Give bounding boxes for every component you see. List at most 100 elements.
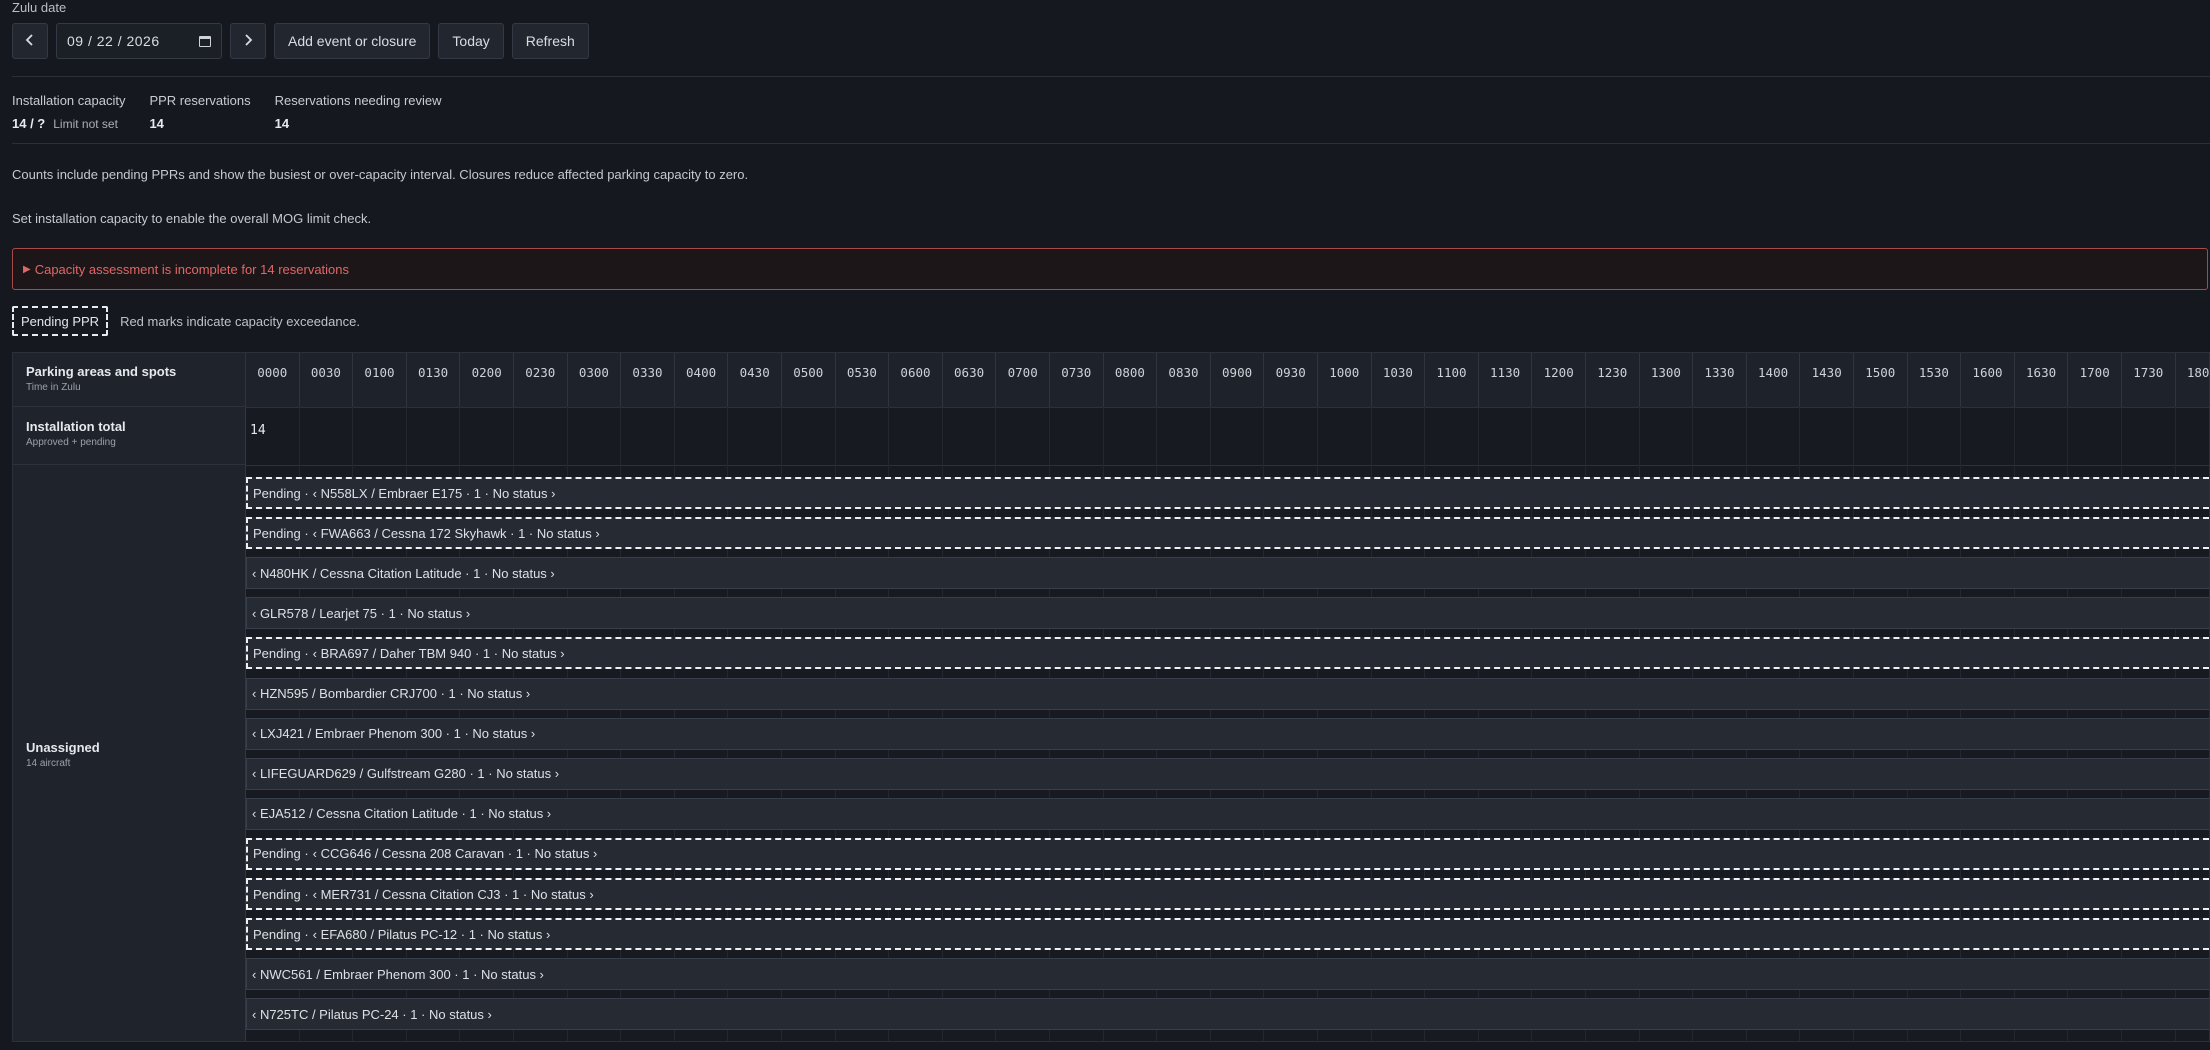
time-tick: 1200 xyxy=(1531,353,1585,407)
stat-label: PPR reservations xyxy=(149,93,251,108)
time-tick: 1030 xyxy=(1370,353,1425,407)
time-tick: 1600 xyxy=(1960,353,2014,407)
installation-total-value: 14 xyxy=(250,423,266,438)
reservation-label: ‹ CCG646 / Cessna 208 Caravan · 1 · No s… xyxy=(312,846,598,862)
refresh-button[interactable]: Refresh xyxy=(511,23,589,59)
zulu-date-input[interactable]: 09 / 22 / 2026 xyxy=(56,23,222,59)
previous-day-button[interactable] xyxy=(12,23,48,59)
reservation-label: ‹ N725TC / Pilatus PC-24 · 1 · No status… xyxy=(252,1006,492,1022)
time-tick: 1800 xyxy=(2174,353,2209,407)
timeline-area: 0000 0030 0100 0130 0200 0230 0300 0330 0400 0430… xyxy=(245,353,2209,1041)
reservation-bar[interactable]: ‹ N725TC / Pilatus PC-24 · 1 · No status… xyxy=(246,998,2209,1031)
reservation-label: ‹ N480HK / Cessna Citation Latitude · 1 … xyxy=(252,565,555,581)
reservation-bar[interactable]: ‹ HZN595 / Bombardier CRJ700 · 1 · No st… xyxy=(246,677,2209,710)
reservation-bar[interactable]: ‹ GLR578 / Learjet 75 · 1 · No status › xyxy=(246,597,2209,630)
reservation-bar[interactable]: ‹ LIFEGUARD629 / Gulfstream G280 · 1 · N… xyxy=(246,757,2209,790)
time-tick: 1430 xyxy=(1799,353,1853,407)
reservation-bar[interactable]: ‹ EJA512 / Cessna Citation Latitude · 1 … xyxy=(246,797,2209,830)
installation-total-row: 14 xyxy=(245,407,2209,466)
reservation-label: ‹ LIFEGUARD629 / Gulfstream G280 · 1 · N… xyxy=(252,766,560,782)
pending-prefix: Pending · xyxy=(253,926,309,942)
time-tick: 0930 xyxy=(1263,353,1317,407)
capacity-alert[interactable]: ▶ Capacity assessment is incomplete for … xyxy=(12,248,2208,290)
time-tick: 1400 xyxy=(1745,353,1800,407)
reservation-bar[interactable]: Pending · ‹ EFA680 / Pilatus PC-12 · 1 · … xyxy=(246,918,2209,951)
pending-prefix: Pending · xyxy=(253,525,309,541)
today-button[interactable]: Today xyxy=(438,23,504,59)
calendar-icon[interactable] xyxy=(199,35,211,47)
reservation-label: ‹ NWC561 / Embraer Phenom 300 · 1 · No s… xyxy=(252,966,544,982)
reservation-bar[interactable]: Pending · ‹ FWA663 / Cessna 172 Skyhawk ·… xyxy=(246,517,2209,550)
time-tick: 0630 xyxy=(941,353,996,407)
stat-reservations-review: Reservations needing review 14 xyxy=(275,93,442,131)
installation-total-cell: Installation total Approved + pending xyxy=(13,407,245,465)
alert-text: Capacity assessment is incomplete for 14… xyxy=(34,261,350,277)
time-tick: 0300 xyxy=(566,353,621,407)
chevron-left-icon xyxy=(25,33,35,49)
installation-total-title: Installation total xyxy=(26,419,126,434)
time-tick: 0330 xyxy=(620,353,674,407)
chevron-right-icon xyxy=(243,33,253,49)
reservation-label: ‹ EFA680 / Pilatus PC-12 · 1 · No status… xyxy=(312,926,551,942)
expand-triangle-icon: ▶ xyxy=(23,263,31,275)
reservation-bar[interactable]: Pending · ‹ MER731 / Cessna Citation CJ3 … xyxy=(246,878,2209,910)
reservation-label: ‹ HZN595 / Bombardier CRJ700 · 1 · No st… xyxy=(252,686,531,701)
reservation-label: ‹ BRA697 / Daher TBM 940 · 1 · No status… xyxy=(312,645,565,661)
reservation-label: ‹ FWA663 / Cessna 172 Skyhawk · 1 · No s… xyxy=(312,525,600,541)
time-tick: 1000 xyxy=(1317,353,1371,407)
time-tick: 0700 xyxy=(995,353,1049,407)
time-header: 0000 0030 0100 0130 0200 0230 0300 0330 0400 0430… xyxy=(245,353,2209,408)
unassigned-cell: Unassigned 14 aircraft xyxy=(13,465,245,1041)
counts-note: Counts include pending PPRs and show the… xyxy=(12,167,749,182)
time-tick: 1330 xyxy=(1692,353,1746,407)
time-tick: 1230 xyxy=(1585,353,1639,407)
reservation-label: ‹ MER731 / Cessna Citation CJ3 · 1 · No … xyxy=(312,886,594,902)
reservation-bar[interactable]: Pending · ‹ CCG646 / Cessna 208 Caravan ·… xyxy=(246,837,2209,870)
time-tick: 0200 xyxy=(459,353,513,407)
stat-label: Reservations needing review xyxy=(274,93,442,108)
divider xyxy=(12,76,2210,77)
time-tick: 0730 xyxy=(1049,353,1103,407)
stat-value: 14 xyxy=(149,116,164,131)
time-tick: 1530 xyxy=(1906,353,1961,407)
reservation-bar[interactable]: Pending · ‹ N558LX / Embraer E175 · 1 · N… xyxy=(246,477,2209,509)
reservation-bar[interactable]: ‹ NWC561 / Embraer Phenom 300 · 1 · No s… xyxy=(246,958,2209,991)
capacity-note: Set installation capacity to enable the … xyxy=(12,211,372,226)
reservation-bar[interactable]: ‹ N480HK / Cessna Citation Latitude · 1 … xyxy=(246,557,2209,590)
time-tick: 0030 xyxy=(298,353,353,407)
time-tick: 0600 xyxy=(888,353,942,407)
capacity-limit-note: Limit not set xyxy=(53,117,118,131)
next-day-button[interactable] xyxy=(230,23,266,59)
stat-value: 14 xyxy=(274,116,290,131)
time-tick: 1300 xyxy=(1638,353,1693,407)
time-tick: 0830 xyxy=(1156,353,1210,407)
reservation-label: ‹ EJA512 / Cessna Citation Latitude · 1 … xyxy=(252,806,552,822)
reservation-bar[interactable]: Pending · ‹ BRA697 / Daher TBM 940 · 1 · … xyxy=(246,637,2209,670)
time-tick: 0900 xyxy=(1209,353,1264,407)
stats-panel: Installation capacity 14 / ? Limit not se… xyxy=(12,93,442,131)
pending-ppr-legend-chip: Pending PPR xyxy=(12,306,109,336)
time-tick: 1100 xyxy=(1424,353,1478,407)
date-toolbar: 09 / 22 / 2026 Add event or closure Toda… xyxy=(12,23,589,59)
time-tick: 1500 xyxy=(1853,353,1907,407)
time-tick: 0230 xyxy=(513,353,567,407)
unassigned-count: 14 aircraft xyxy=(26,757,71,769)
time-tick: 1630 xyxy=(2013,353,2068,407)
time-tick: 0130 xyxy=(405,353,460,407)
stat-installation-capacity: Installation capacity 14 / ? Limit not se… xyxy=(12,93,125,131)
reservation-label: ‹ GLR578 / Learjet 75 · 1 · No status › xyxy=(252,605,471,621)
unassigned-title: Unassigned xyxy=(26,739,100,755)
installation-total-sub: Approved + pending xyxy=(26,437,116,448)
stat-label: Installation capacity xyxy=(12,93,126,108)
pending-prefix: Pending · xyxy=(253,846,309,862)
reservation-bar[interactable]: ‹ LXJ421 / Embraer Phenom 300 · 1 · No s… xyxy=(246,717,2209,750)
time-tick: 0100 xyxy=(352,353,406,407)
time-tick: 1700 xyxy=(2067,353,2121,407)
add-event-button[interactable]: Add event or closure xyxy=(274,23,431,59)
date-value: 09 / 22 / 2026 xyxy=(67,33,160,49)
time-tick: 0430 xyxy=(727,353,781,407)
reservation-label: ‹ LXJ421 / Embraer Phenom 300 · 1 · No s… xyxy=(252,726,536,742)
pending-prefix: Pending · xyxy=(253,645,309,661)
pending-prefix: Pending · xyxy=(253,485,309,501)
parking-timeline-grid: Parking areas and spots Time in Zulu Ins… xyxy=(12,352,2210,1042)
